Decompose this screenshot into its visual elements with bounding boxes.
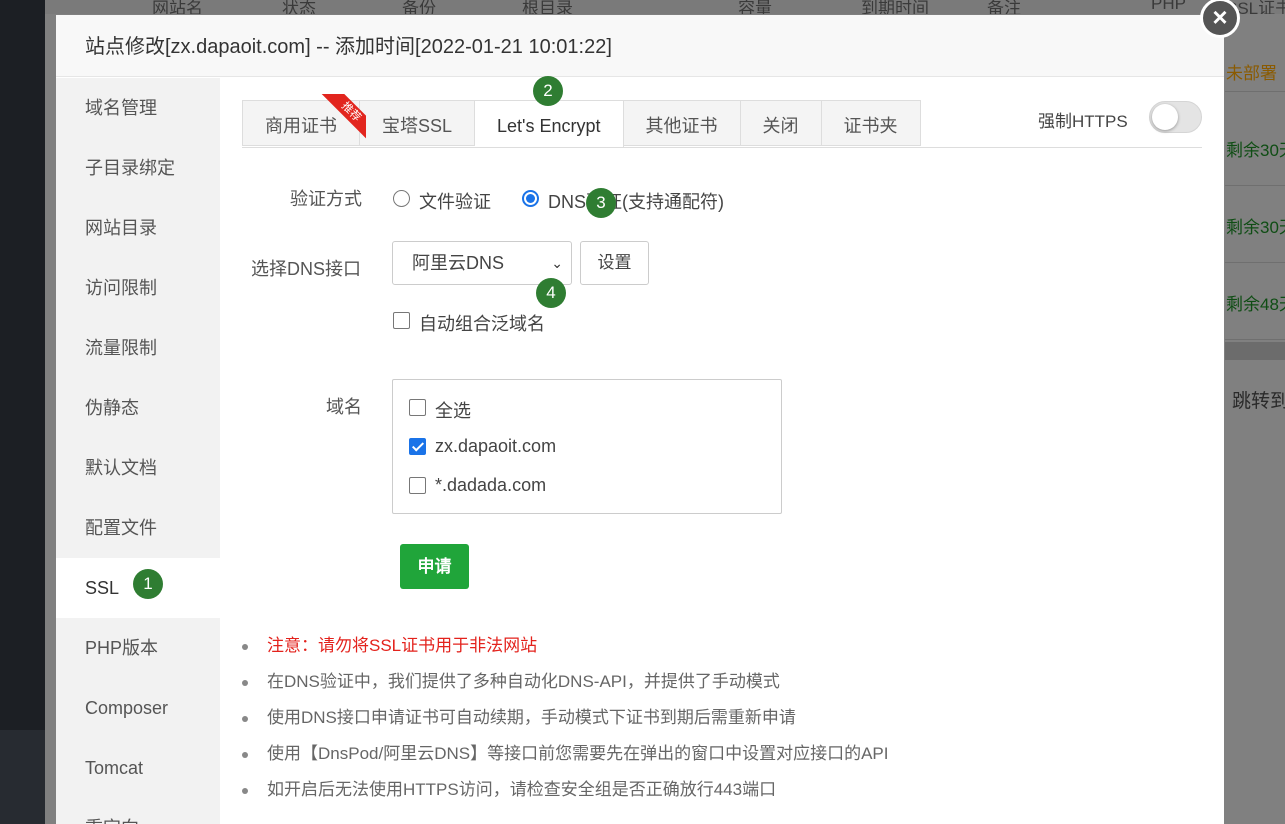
force-https-toggle[interactable] <box>1149 101 1202 133</box>
force-https-label: 强制HTTPS <box>1038 112 1128 131</box>
dns-provider-value: 阿里云DNS <box>412 253 505 273</box>
bg-row: 剩余30天 <box>1225 108 1285 186</box>
bg-row: 剩余30天 <box>1225 185 1285 263</box>
sidebar-item-rewrite[interactable]: 伪静态 <box>56 378 220 438</box>
apply-button[interactable]: 申请 <box>400 544 469 589</box>
auto-wildcard-label[interactable]: 自动组合泛域名 <box>419 310 545 336</box>
bg-col-size: 容量 <box>738 0 772 14</box>
recommend-ribbon-text: 推荐 <box>320 94 366 142</box>
bg-ssl-status: 剩余30天 <box>1226 141 1285 160</box>
dns-interface-label: 选择DNS接口 <box>251 259 362 279</box>
bg-ssl-status: 剩余48天 <box>1226 295 1285 314</box>
bg-col-name: 网站名 <box>152 0 203 14</box>
sidebar-item-composer[interactable]: Composer <box>56 678 220 738</box>
step-marker-2: 2 <box>533 76 563 106</box>
bg-scrollbar <box>1225 342 1285 360</box>
sidebar-item-tomcat[interactable]: Tomcat <box>56 738 220 798</box>
sidebar-item-redirect[interactable]: 重定向 <box>56 798 220 824</box>
sidebar-item-traffic[interactable]: 流量限制 <box>56 318 220 378</box>
domain-list: 全选 zx.dapaoit.com *.dadada.com <box>392 379 782 514</box>
bg-ssl-status: 未部署 <box>1226 64 1277 83</box>
tab-other-cert[interactable]: 其他证书 <box>623 100 741 146</box>
step-marker-3: 3 <box>586 188 616 218</box>
step-marker-4: 4 <box>536 278 566 308</box>
select-all-checkbox[interactable] <box>409 399 426 416</box>
dns-settings-button[interactable]: 设置 <box>580 241 649 285</box>
auto-wildcard-checkbox[interactable] <box>393 312 410 329</box>
domain-item-label[interactable]: zx.dapaoit.com <box>435 436 556 457</box>
domain-checkbox[interactable] <box>409 477 426 494</box>
note-warning: 注意：请勿将SSL证书用于非法网站 <box>242 630 1202 666</box>
radio-file-verify[interactable] <box>393 190 410 207</box>
bg-col-remark: 备注 <box>987 0 1021 14</box>
tab-cert-folder[interactable]: 证书夹 <box>821 100 921 146</box>
toggle-knob <box>1152 104 1178 130</box>
sidebar-item-default-doc[interactable]: 默认文档 <box>56 438 220 498</box>
sidebar-item-config[interactable]: 配置文件 <box>56 498 220 558</box>
note-item: 使用DNS接口申请证书可自动续期，手动模式下证书到期后需重新申请 <box>242 702 1202 738</box>
sidebar-item-domain[interactable]: 域名管理 <box>56 78 220 138</box>
tab-lets-encrypt[interactable]: Let's Encrypt <box>475 100 624 148</box>
dialog-title: 站点修改[zx.dapaoit.com] -- 添加时间[2022-01-21 … <box>56 15 1224 77</box>
domain-item-label[interactable]: *.dadada.com <box>435 475 546 496</box>
domain-label: 域名 <box>326 397 362 417</box>
ssl-notes: 注意：请勿将SSL证书用于非法网站 在DNS验证中，我们提供了多种自动化DNS-… <box>242 630 1202 810</box>
domain-checkbox[interactable] <box>409 438 426 455</box>
radio-dns-verify[interactable] <box>522 190 539 207</box>
verify-method-label: 验证方式 <box>290 189 362 209</box>
bg-col-php: PHP <box>1151 0 1186 13</box>
site-edit-dialog: 站点修改[zx.dapaoit.com] -- 添加时间[2022-01-21 … <box>56 15 1224 824</box>
bg-row: 剩余48天 <box>1225 262 1285 340</box>
dns-verify-label[interactable]: DNS验证(支持通配符) <box>548 188 724 214</box>
sidebar-item-site-dir[interactable]: 网站目录 <box>56 198 220 258</box>
sidebar-item-php[interactable]: PHP版本 <box>56 618 220 678</box>
bg-jump-text: 跳转到 <box>1232 391 1285 412</box>
tabs-divider <box>242 147 1202 148</box>
note-item: 如开启后无法使用HTTPS访问，请检查安全组是否正确放行443端口 <box>242 774 1202 810</box>
bg-ssl-status: 剩余30天 <box>1226 218 1285 237</box>
sidebar-item-subdir[interactable]: 子目录绑定 <box>56 138 220 198</box>
bg-col-status: 状态 <box>282 0 316 14</box>
bg-col-root: 根目录 <box>522 0 573 14</box>
note-item: 使用【DnsPod/阿里云DNS】等接口前您需要先在弹出的窗口中设置对应接口的A… <box>242 738 1202 774</box>
tab-bt-ssl[interactable]: 宝塔SSL <box>360 100 476 146</box>
bg-col-backup: 备份 <box>402 0 436 14</box>
tab-close[interactable]: 关闭 <box>740 100 822 146</box>
dialog-sidebar: 域名管理 子目录绑定 网站目录 访问限制 流量限制 伪静态 默认文档 配置文件 … <box>56 78 220 824</box>
background-table-header: 网站名 状态 备份 根目录 容量 到期时间 备注 PHP SSL证书 <box>45 0 1285 14</box>
step-marker-1: 1 <box>133 569 163 599</box>
note-item: 在DNS验证中，我们提供了多种自动化DNS-API，并提供了手动模式 <box>242 666 1202 702</box>
file-verify-label[interactable]: 文件验证 <box>419 188 491 214</box>
background-left-nav-footer <box>0 730 45 824</box>
background-ssl-column: 未部署 剩余30天 剩余30天 剩余48天 跳转到 <box>1225 14 1285 454</box>
select-all-label[interactable]: 全选 <box>435 397 471 423</box>
recommend-ribbon: 推荐 <box>318 94 366 142</box>
sidebar-item-access[interactable]: 访问限制 <box>56 258 220 318</box>
background-left-nav <box>0 0 45 824</box>
bg-col-expiry: 到期时间 <box>861 0 929 14</box>
